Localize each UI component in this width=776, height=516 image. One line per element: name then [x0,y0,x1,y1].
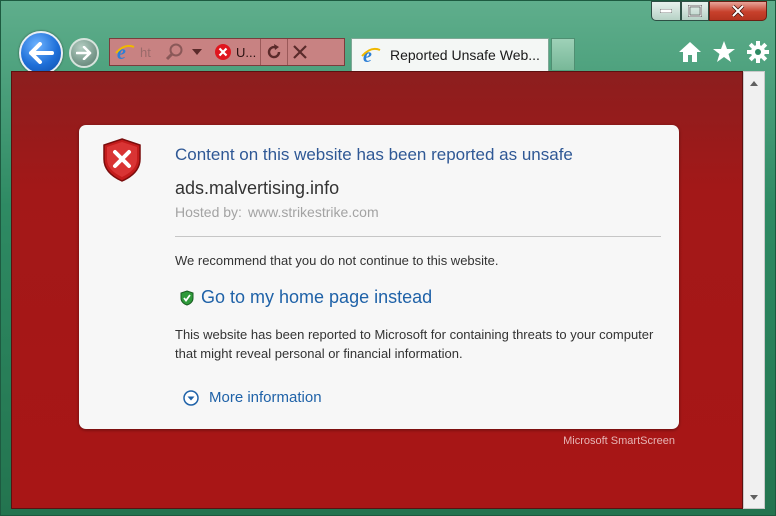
address-text: ht [140,44,151,60]
go-home-label: Go to my home page instead [201,287,433,307]
error-icon [215,44,231,60]
close-icon [731,5,745,17]
vertical-scrollbar[interactable] [743,71,765,509]
favorites-star-icon [713,41,735,62]
ie-logo-icon: e [115,42,135,63]
green-shield-icon [180,289,194,306]
scroll-down-icon [750,494,758,500]
refresh-icon [268,44,281,59]
search-icon [165,43,183,61]
site-status-tab[interactable]: U... [206,39,260,65]
address-bar[interactable]: e ht U... [109,38,345,66]
scroll-up-button[interactable] [744,74,764,92]
maximize-icon [688,5,702,17]
more-information-toggle[interactable]: More information [183,389,322,406]
refresh-button[interactable] [261,39,287,65]
expand-circle-icon [183,389,199,406]
search-button[interactable] [162,39,188,65]
hosted-by-label: Hosted by: [175,204,242,220]
back-arrow-icon [29,42,54,64]
home-icon [679,42,701,62]
minimize-button[interactable] [651,1,681,21]
site-status-label: U... [236,44,257,60]
forward-arrow-icon [76,46,92,60]
warning-card: Content on this website has been reporte… [79,125,679,429]
tab-title: Reported Unsafe Web... [390,47,540,63]
home-button[interactable] [677,39,703,65]
close-button[interactable] [709,1,767,21]
favorites-button[interactable] [711,39,737,65]
address-field[interactable]: e ht [110,39,162,65]
address-dropdown[interactable] [188,39,206,65]
hosted-by: Hosted by: www.strikestrike.com [175,204,379,220]
blocked-domain: ads.malvertising.info [175,178,340,198]
settings-gear-icon [747,41,769,63]
hosted-by-value: www.strikestrike.com [247,204,379,220]
warning-heading: Content on this website has been reporte… [175,145,573,164]
browser-window: e ht U... e Reported Unsafe Web... Conte… [0,0,776,516]
ie-logo-icon: e [361,45,381,66]
new-tab-button[interactable] [551,38,575,70]
toolbar-icons [677,39,771,65]
caption-buttons [651,1,767,21]
stop-button[interactable] [288,39,312,65]
tools-button[interactable] [745,39,771,65]
shield-error-icon [103,138,141,182]
back-button[interactable] [19,31,63,75]
dropdown-icon [192,49,202,55]
report-text: This website has been reported to Micros… [175,327,654,361]
svg-text:e: e [363,45,372,66]
maximize-button[interactable] [681,1,709,21]
stop-icon [293,45,308,59]
tab-reported-unsafe[interactable]: e Reported Unsafe Web... [351,38,549,71]
svg-text:e: e [117,42,126,63]
page-content: Content on this website has been reporte… [11,71,743,509]
minimize-icon [660,9,672,13]
divider [175,236,661,237]
recommendation-text: We recommend that you do not continue to… [175,253,499,268]
scroll-up-icon [750,80,758,86]
more-information-label: More information [209,389,322,406]
go-home-link[interactable]: Go to my home page instead [180,287,432,308]
smartscreen-footer: Microsoft SmartScreen [563,435,675,447]
forward-button[interactable] [69,38,99,68]
scroll-down-button[interactable] [744,488,764,506]
